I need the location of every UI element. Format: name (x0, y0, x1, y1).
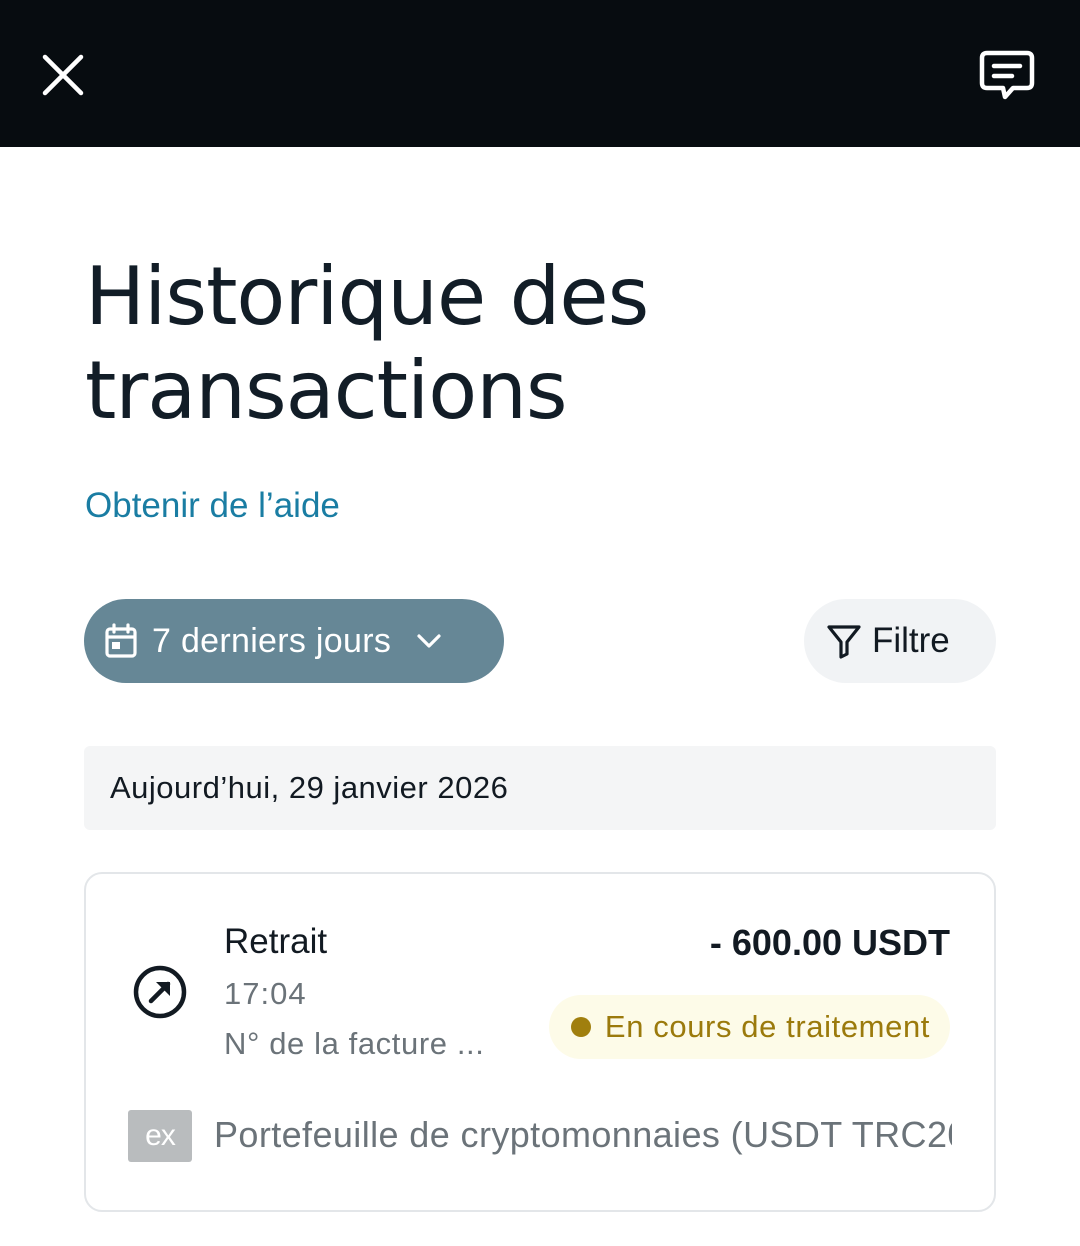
period-selector-button[interactable]: 7 derniers jours (84, 599, 504, 683)
transaction-type: Retrait (224, 922, 328, 961)
wallet-logo: ex (128, 1110, 192, 1162)
chevron-down-icon (415, 631, 443, 651)
transaction-time: 17:04 (224, 976, 307, 1011)
filter-label: Filtre (872, 621, 950, 660)
page-title-line1: Historique des (85, 250, 649, 343)
chat-bubble-icon (979, 50, 1035, 100)
transaction-amount: - 600.00 USDT (709, 922, 950, 963)
top-bar (0, 0, 1080, 147)
page-title-line2: transactions (85, 344, 568, 437)
date-group-header: Aujourd’hui, 29 janvier 2026 (84, 746, 996, 830)
transaction-invoice-number: N° de la facture ... (224, 1026, 485, 1061)
calendar-icon (104, 623, 138, 659)
status-dot-icon (570, 1017, 591, 1037)
filter-button[interactable]: Filtre (804, 599, 996, 683)
close-button[interactable] (38, 50, 88, 100)
get-help-link[interactable]: Obtenir de l’aide (85, 486, 340, 526)
status-text: En cours de traitement (604, 1009, 930, 1044)
period-selector-label: 7 derniers jours (152, 621, 392, 660)
close-icon (42, 54, 84, 96)
chat-button[interactable] (976, 46, 1038, 104)
wallet-label: Portefeuille de cryptomonnaies (USDT TRC… (214, 1114, 952, 1155)
arrow-up-right-circle-icon (132, 964, 188, 1020)
page-title: Historique des transactions (85, 250, 985, 438)
transaction-card[interactable]: Retrait 17:04 N° de la facture ... - 600… (84, 872, 996, 1212)
funnel-icon (826, 623, 862, 659)
status-badge: En cours de traitement (548, 995, 950, 1059)
